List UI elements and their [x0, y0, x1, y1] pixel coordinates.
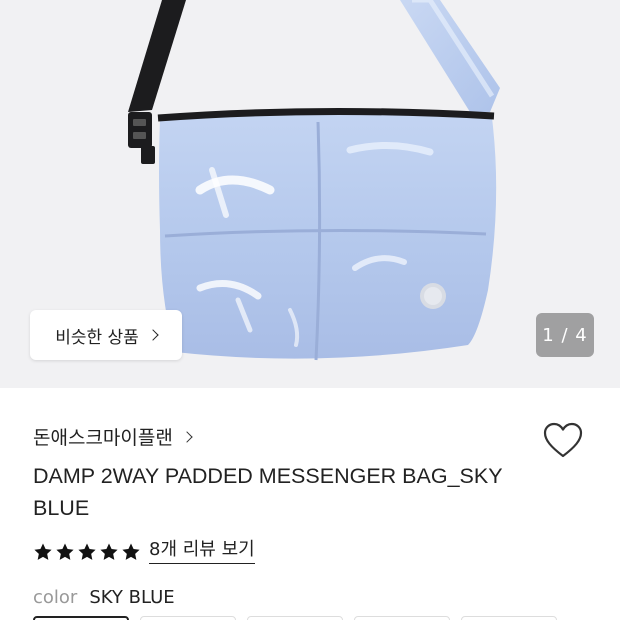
rating-row: 8개 리뷰 보기 [33, 539, 255, 564]
brand-name: 돈애스크마이플랜 [33, 427, 173, 449]
product-title: DAMP 2WAY PADDED MESSENGER BAG_SKY BLUE [33, 464, 503, 520]
star-filled-icon [100, 543, 118, 560]
star-filled-icon [56, 543, 74, 560]
color-swatch[interactable] [140, 616, 236, 620]
color-label: color [33, 587, 78, 608]
product-image-carousel[interactable]: 비슷한 상품 1 / 4 [0, 0, 620, 388]
color-option-row: color SKY BLUE [33, 587, 175, 608]
view-reviews-link[interactable]: 8개 리뷰 보기 [149, 539, 255, 564]
star-filled-icon [34, 543, 52, 560]
star-filled-icon [78, 543, 96, 560]
chevron-right-icon [147, 329, 159, 341]
color-value: SKY BLUE [89, 587, 175, 608]
heart-outline-icon [543, 422, 583, 458]
star-filled-icon [122, 543, 140, 560]
rating-stars [33, 542, 141, 562]
similar-products-button[interactable]: 비슷한 상품 [30, 310, 182, 360]
color-swatch[interactable] [33, 616, 129, 620]
color-swatch[interactable] [354, 616, 450, 620]
favorite-button[interactable] [541, 420, 585, 460]
brand-link[interactable]: 돈애스크마이플랜 [33, 423, 193, 450]
color-swatches [33, 616, 557, 620]
image-counter-badge: 1 / 4 [536, 313, 594, 357]
color-swatch[interactable] [247, 616, 343, 620]
similar-products-label: 비슷한 상품 [55, 327, 139, 348]
product-page: 비슷한 상품 1 / 4 돈애스크마이플랜 DAMP 2WAY PADDED M… [0, 0, 620, 620]
color-swatch[interactable] [461, 616, 557, 620]
chevron-right-icon [181, 430, 193, 443]
